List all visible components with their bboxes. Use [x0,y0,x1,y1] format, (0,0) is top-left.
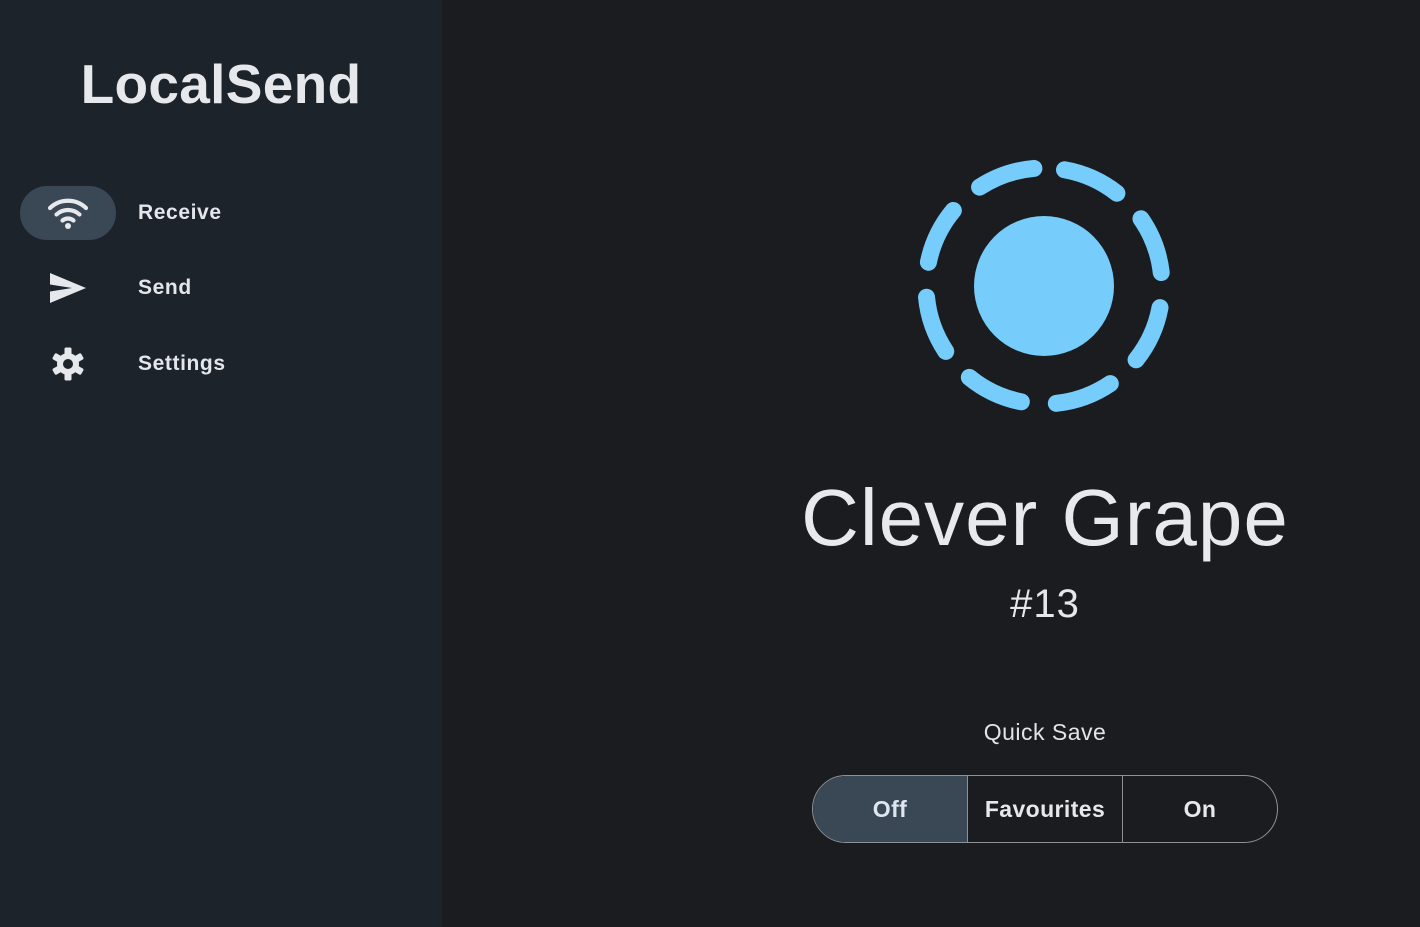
localsend-logo-icon [917,159,1171,413]
app-title: LocalSend [80,53,362,115]
quick-save-toggle: Off Favourites On [812,775,1278,843]
sidebar-item-settings[interactable]: Settings [20,336,420,392]
app-window: LocalSend Receive Send Settings Clever G… [0,0,1420,927]
sidebar-item-label: Send [138,276,192,299]
send-icon [20,261,116,315]
sidebar-item-send[interactable]: Send [20,260,420,316]
device-name: Clever Grape [801,473,1289,562]
quick-save-off-button[interactable]: Off [813,776,967,842]
device-number: #13 [1010,582,1080,626]
sidebar-item-label: Receive [138,201,222,224]
quick-save-favourites-button[interactable]: Favourites [967,776,1122,842]
sidebar-item-label: Settings [138,352,226,375]
quick-save-label: Quick Save [983,719,1107,745]
sidebar-item-receive[interactable]: Receive [20,185,420,241]
receive-page: Clever Grape #13 Quick Save Off Favourit… [442,0,1420,927]
wifi-icon [20,186,116,240]
sidebar: LocalSend Receive Send Settings [0,0,442,927]
gear-icon [20,337,116,391]
quick-save-on-button[interactable]: On [1122,776,1277,842]
